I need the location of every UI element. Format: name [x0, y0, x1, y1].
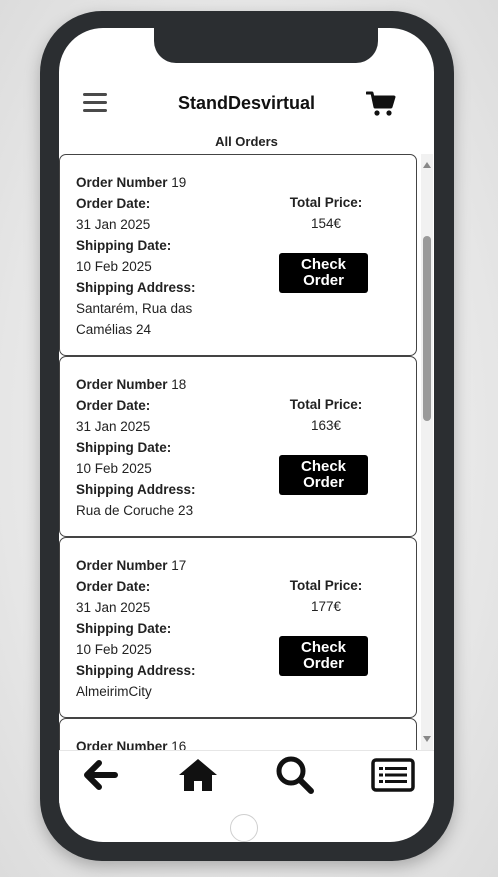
order-date-label: Order Date:	[76, 398, 151, 413]
scroll-down-arrow-icon[interactable]	[423, 736, 431, 742]
back-arrow-icon[interactable]	[79, 755, 123, 795]
shipping-date-label: Shipping Date:	[76, 621, 172, 636]
phone-screen: StandDesvirtual All Orders Order Number …	[59, 28, 434, 842]
shipping-address-label: Shipping Address:	[76, 280, 196, 295]
shipping-date-value: 10 Feb 2025	[76, 259, 152, 274]
total-price-label: Total Price:	[289, 578, 363, 593]
order-details: Order Number 17 Order Date: 31 Jan 2025 …	[76, 555, 266, 702]
shipping-address-line1: Rua de Coruche 23	[76, 503, 194, 518]
order-number-label: Order Number	[76, 739, 168, 750]
scroll-thumb[interactable]	[423, 236, 431, 421]
total-price-value: 177€	[310, 599, 342, 614]
check-order-button[interactable]: Check Order	[279, 455, 368, 495]
order-card: Order Number 18 Order Date: 31 Jan 2025 …	[59, 356, 417, 537]
shipping-address-line1: AlmeirimCity	[76, 684, 152, 699]
shipping-date-value: 10 Feb 2025	[76, 642, 152, 657]
order-details: Order Number 19 Order Date: 31 Jan 2025 …	[76, 172, 266, 340]
shipping-date-label: Shipping Date:	[76, 238, 172, 253]
section-title: All Orders	[215, 134, 278, 149]
order-card: Order Number 16 Total Price:	[59, 718, 417, 750]
shipping-date-value: 10 Feb 2025	[76, 461, 152, 476]
bottom-navigation	[59, 750, 434, 803]
order-card: Order Number 17 Order Date: 31 Jan 2025 …	[59, 537, 417, 718]
order-date-label: Order Date:	[76, 579, 151, 594]
shipping-address-line1: Santarém, Rua das	[76, 301, 193, 316]
order-number-label: Order Number	[76, 377, 168, 392]
check-order-button[interactable]: Check Order	[279, 636, 368, 676]
total-price-label: Total Price:	[289, 195, 363, 210]
shipping-address-label: Shipping Address:	[76, 482, 196, 497]
order-price: Total Price: 177€	[266, 575, 386, 617]
scroll-up-arrow-icon[interactable]	[423, 162, 431, 168]
orders-scrollbar[interactable]	[421, 154, 433, 750]
home-icon[interactable]	[176, 755, 220, 795]
page-background: StandDesvirtual All Orders Order Number …	[0, 0, 498, 877]
shipping-address-line2: Camélias 24	[76, 322, 152, 337]
orders-list-icon[interactable]	[371, 755, 415, 795]
order-date-value: 31 Jan 2025	[76, 419, 151, 434]
orders-list[interactable]: Order Number 19 Order Date: 31 Jan 2025 …	[59, 154, 434, 750]
order-date-value: 31 Jan 2025	[76, 600, 151, 615]
total-price-value: 163€	[310, 418, 342, 433]
phone-frame: StandDesvirtual All Orders Order Number …	[40, 11, 454, 861]
order-number-value: 16	[171, 739, 187, 750]
shipping-address-label: Shipping Address:	[76, 663, 196, 678]
total-price-label: Total Price:	[289, 397, 363, 412]
order-details: Order Number 16	[76, 736, 266, 750]
order-number-value: 19	[171, 175, 187, 190]
total-price-value: 154€	[310, 216, 342, 231]
order-price: Total Price: 154€	[266, 192, 386, 234]
order-number-value: 18	[171, 377, 187, 392]
order-date-value: 31 Jan 2025	[76, 217, 151, 232]
order-date-label: Order Date:	[76, 196, 151, 211]
order-card: Order Number 19 Order Date: 31 Jan 2025 …	[59, 154, 417, 356]
shopping-cart-icon[interactable]	[366, 91, 396, 117]
order-number-label: Order Number	[76, 558, 168, 573]
home-indicator[interactable]	[230, 814, 258, 842]
order-price: Total Price: 163€	[266, 394, 386, 436]
order-number-label: Order Number	[76, 175, 168, 190]
top-bar: StandDesvirtual	[59, 78, 434, 130]
shipping-date-label: Shipping Date:	[76, 440, 172, 455]
phone-notch	[154, 28, 378, 63]
order-number-value: 17	[171, 558, 187, 573]
order-details: Order Number 18 Order Date: 31 Jan 2025 …	[76, 374, 266, 521]
search-icon[interactable]	[273, 755, 317, 795]
check-order-button[interactable]: Check Order	[279, 253, 368, 293]
